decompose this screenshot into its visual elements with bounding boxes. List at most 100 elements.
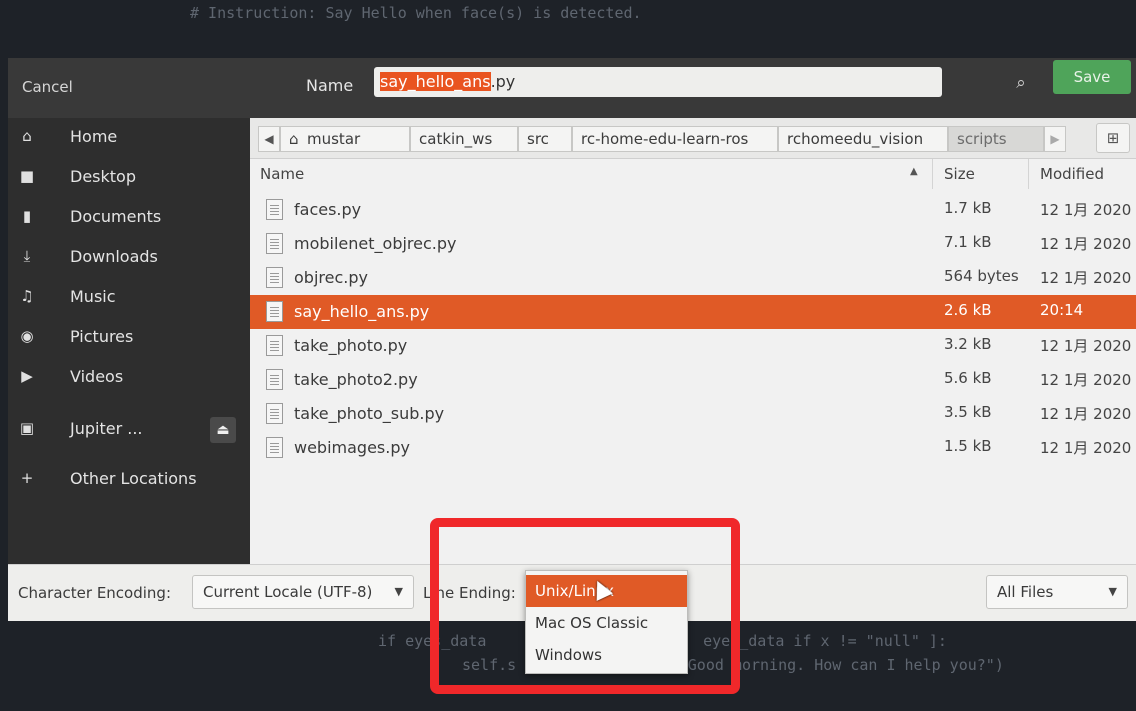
document-icon: ▮ <box>22 207 32 225</box>
breadcrumb-label: mustar <box>307 130 361 148</box>
file-modified: 12 1月 2020 <box>1040 201 1132 219</box>
name-label: Name <box>306 76 354 95</box>
file-modified: 12 1月 2020 <box>1040 439 1132 457</box>
cancel-button[interactable]: Cancel <box>22 78 73 96</box>
encoding-select[interactable]: Current Locale (UTF-8) ▼ <box>192 575 414 609</box>
table-row[interactable]: take_photo2.py 5.6 kB 12 1月 2020 <box>250 363 1136 397</box>
file-size: 3.5 kB <box>944 403 992 421</box>
breadcrumb[interactable]: catkin_ws <box>410 126 518 152</box>
file-name: objrec.py <box>294 268 368 287</box>
sidebar-item-label: Jupiter ... <box>70 419 143 438</box>
sidebar-item-label: Music <box>70 287 116 306</box>
column-divider <box>932 159 933 189</box>
plus-icon: + <box>20 469 34 487</box>
file-size: 564 bytes <box>944 267 1019 285</box>
sidebar-item-label: Other Locations <box>70 469 197 488</box>
sidebar-item-label: Videos <box>70 367 124 386</box>
file-size: 3.2 kB <box>944 335 992 353</box>
breadcrumb-current[interactable]: scripts <box>948 126 1044 152</box>
file-name: webimages.py <box>294 438 410 457</box>
path-bar: ◀ ⌂ mustar catkin_ws src rc-home-edu-lea… <box>250 118 1136 159</box>
file-modified: 12 1月 2020 <box>1040 337 1132 355</box>
file-modified: 12 1月 2020 <box>1040 269 1132 287</box>
table-row[interactable]: take_photo.py 3.2 kB 12 1月 2020 <box>250 329 1136 363</box>
home-icon: ⌂ <box>289 130 299 148</box>
file-size: 7.1 kB <box>944 233 992 251</box>
file-size: 1.5 kB <box>944 437 992 455</box>
file-list-pane: ◀ ⌂ mustar catkin_ws src rc-home-edu-lea… <box>250 118 1136 564</box>
file-name: take_photo.py <box>294 336 408 355</box>
breadcrumb[interactable]: rchomeedu_vision <box>778 126 948 152</box>
text-file-icon <box>266 369 283 390</box>
file-name: take_photo2.py <box>294 370 418 389</box>
sidebar-item-pictures[interactable]: ◉ Pictures <box>8 318 250 358</box>
sidebar-item-videos[interactable]: ▶ Videos <box>8 358 250 398</box>
table-row[interactable]: faces.py 1.7 kB 12 1月 2020 <box>250 193 1136 227</box>
drive-icon: ▣ <box>19 419 35 437</box>
home-icon: ⌂ <box>22 127 32 145</box>
text-file-icon <box>266 267 283 288</box>
file-size: 5.6 kB <box>944 369 992 387</box>
places-sidebar: ⌂ Home ■ Desktop ▮ Documents ⤓ Downloads… <box>8 118 250 564</box>
chevron-down-icon: ▼ <box>394 585 403 598</box>
header-bar: Cancel Name say_hello_ans.py ⌕ Save <box>8 58 1136 119</box>
text-file-icon <box>266 403 283 424</box>
table-row[interactable]: webimages.py 1.5 kB 12 1月 2020 <box>250 431 1136 465</box>
new-folder-icon[interactable]: ⊞ <box>1096 123 1130 153</box>
file-name: faces.py <box>294 200 362 219</box>
sidebar-item-desktop[interactable]: ■ Desktop <box>8 158 250 198</box>
search-icon[interactable]: ⌕ <box>1008 70 1034 96</box>
filename-selected-text: say_hello_ans <box>380 72 491 91</box>
file-filter-select[interactable]: All Files ▼ <box>986 575 1128 609</box>
encoding-label: Character Encoding: <box>18 584 172 602</box>
download-icon: ⤓ <box>23 247 31 265</box>
eject-icon[interactable]: ⏏ <box>210 417 236 443</box>
filename-input[interactable]: say_hello_ans.py <box>374 67 942 97</box>
breadcrumb[interactable]: src <box>518 126 572 152</box>
file-size: 1.7 kB <box>944 199 992 217</box>
file-modified: 20:14 <box>1040 301 1084 319</box>
breadcrumb-home[interactable]: ⌂ mustar <box>280 126 410 152</box>
sidebar-item-label: Documents <box>70 207 162 226</box>
text-file-icon <box>266 233 283 254</box>
text-file-icon <box>266 437 283 458</box>
table-row-selected[interactable]: say_hello_ans.py 2.6 kB 20:14 <box>250 295 1136 329</box>
sidebar-item-jupiter[interactable]: ▣ Jupiter ... ⏏ <box>8 410 250 450</box>
file-name: say_hello_ans.py <box>294 302 430 321</box>
sidebar-item-documents[interactable]: ▮ Documents <box>8 198 250 238</box>
music-icon: ♫ <box>20 287 34 305</box>
chevron-down-icon: ▼ <box>1108 585 1117 598</box>
text-file-icon <box>266 301 283 322</box>
table-row[interactable]: objrec.py 564 bytes 12 1月 2020 <box>250 261 1136 295</box>
encoding-value: Current Locale (UTF-8) <box>203 583 373 601</box>
sidebar-item-label: Pictures <box>70 327 134 346</box>
sidebar-item-music[interactable]: ♫ Music <box>8 278 250 318</box>
chevron-left-icon[interactable]: ◀ <box>258 126 280 152</box>
file-name: mobilenet_objrec.py <box>294 234 457 253</box>
file-modified: 12 1月 2020 <box>1040 235 1132 253</box>
file-size: 2.6 kB <box>944 301 992 319</box>
highlight-annotation-box <box>430 518 740 694</box>
chevron-right-icon[interactable]: ▶ <box>1044 126 1066 152</box>
table-row[interactable]: take_photo_sub.py 3.5 kB 12 1月 2020 <box>250 397 1136 431</box>
sidebar-item-label: Home <box>70 127 118 146</box>
filter-value: All Files <box>997 583 1054 601</box>
video-icon: ▶ <box>21 367 33 385</box>
camera-icon: ◉ <box>20 327 34 345</box>
text-file-icon <box>266 335 283 356</box>
breadcrumb[interactable]: rc-home-edu-learn-ros <box>572 126 778 152</box>
text-file-icon <box>266 199 283 220</box>
save-button[interactable]: Save <box>1053 60 1131 94</box>
code-line: # Instruction: Say Hello when face(s) is… <box>190 4 642 22</box>
column-divider <box>1028 159 1029 189</box>
column-header-size[interactable]: Size <box>944 159 975 189</box>
sidebar-item-other-locations[interactable]: + Other Locations <box>8 460 250 500</box>
filename-extension: .py <box>490 72 516 91</box>
table-row[interactable]: mobilenet_objrec.py 7.1 kB 12 1月 2020 <box>250 227 1136 261</box>
column-header-name[interactable]: Name <box>260 159 304 189</box>
file-modified: 12 1月 2020 <box>1040 371 1132 389</box>
sidebar-item-label: Downloads <box>70 247 158 266</box>
sidebar-item-home[interactable]: ⌂ Home <box>8 118 250 158</box>
sidebar-item-downloads[interactable]: ⤓ Downloads <box>8 238 250 278</box>
column-header-modified[interactable]: Modified <box>1040 159 1104 189</box>
